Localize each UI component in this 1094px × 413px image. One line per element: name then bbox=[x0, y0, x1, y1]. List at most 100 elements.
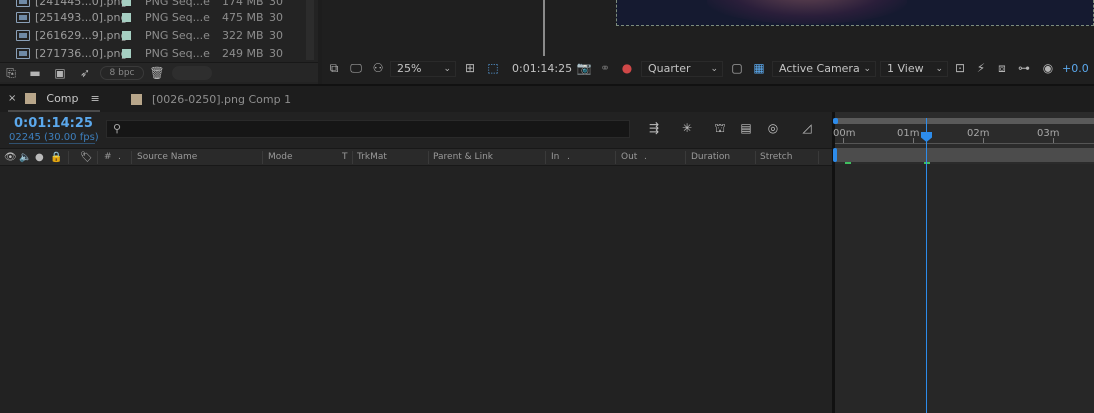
video-toggle-icon[interactable]: 👁 bbox=[4, 152, 17, 163]
column-out[interactable]: Out bbox=[621, 152, 637, 162]
monitor-icon[interactable]: 🖵 bbox=[348, 61, 364, 75]
timeline-graph-area: 00m 01m 02m 03m bbox=[833, 112, 1094, 413]
color-channels-icon[interactable]: ● bbox=[620, 61, 634, 75]
toggle-pixel-aspect-icon[interactable]: ⊡ bbox=[952, 61, 968, 75]
column-t[interactable]: T bbox=[342, 152, 348, 162]
show-snapshot-icon[interactable]: ⚭ bbox=[598, 61, 612, 75]
trash-icon[interactable]: 🗑 bbox=[149, 66, 165, 80]
project-panel: [241445...0].png PNG Seq...e 174 MB 30 [… bbox=[0, 0, 318, 84]
frame-count: 02245 (30.00 fps) bbox=[9, 132, 99, 143]
layer-track-area[interactable] bbox=[835, 164, 1094, 413]
project-item-size: 475 MB bbox=[222, 11, 264, 24]
magnification-dropdown[interactable]: 25% ⌄ bbox=[390, 61, 456, 77]
column-in[interactable]: In bbox=[551, 152, 559, 162]
draft-3d-icon[interactable]: ✳ bbox=[678, 121, 696, 137]
label-swatch[interactable] bbox=[122, 0, 131, 6]
column-separator[interactable] bbox=[131, 151, 132, 164]
ruler-label: 00m bbox=[833, 128, 856, 139]
solo-icon[interactable]: ● bbox=[35, 152, 44, 163]
bit-depth-button[interactable]: 8 bpc bbox=[100, 66, 144, 80]
label-swatch[interactable] bbox=[122, 13, 131, 22]
new-comp-icon[interactable]: ▣ bbox=[52, 66, 68, 80]
label-swatch[interactable] bbox=[122, 31, 131, 40]
new-folder-icon[interactable]: ▬ bbox=[27, 66, 43, 80]
project-item-type: PNG Seq...e bbox=[145, 29, 210, 42]
timeline-tabs: × Comp ≡ [0026-0250].png Comp 1 bbox=[0, 86, 1094, 112]
project-scrollbar[interactable] bbox=[306, 0, 314, 60]
current-time-indicator[interactable] bbox=[926, 118, 927, 413]
column-separator[interactable] bbox=[615, 151, 616, 164]
column-number[interactable]: # bbox=[104, 152, 112, 162]
column-separator[interactable] bbox=[818, 151, 819, 164]
motion-blur-icon[interactable]: ◎ bbox=[764, 121, 782, 137]
snapshot-icon[interactable]: 📷 bbox=[576, 61, 592, 75]
audio-toggle-icon[interactable]: 🔈 bbox=[19, 152, 31, 163]
project-item-name: [261629...9].png bbox=[35, 29, 128, 42]
work-area-bar[interactable] bbox=[835, 148, 1094, 162]
column-separator[interactable] bbox=[755, 151, 756, 164]
column-source-name[interactable]: Source Name bbox=[137, 152, 197, 162]
project-item-name: [241445...0].png bbox=[35, 0, 128, 8]
composition-flowchart-icon[interactable]: ⇶ bbox=[645, 121, 663, 137]
always-preview-icon[interactable]: ⧉ bbox=[326, 61, 342, 75]
playhead-handle[interactable] bbox=[921, 132, 932, 142]
view-layout-dropdown[interactable]: 1 View ⌄ bbox=[880, 61, 948, 77]
layer-search-input[interactable]: ⚲ bbox=[106, 120, 630, 138]
tab-png-comp[interactable]: [0026-0250].png Comp 1 bbox=[131, 86, 291, 112]
column-separator[interactable] bbox=[545, 151, 546, 164]
project-item[interactable]: [251493...0].png PNG Seq...e 475 MB 30 bbox=[0, 8, 318, 27]
region-of-interest-icon[interactable]: ⬚ bbox=[485, 61, 501, 75]
project-search-pill[interactable] bbox=[172, 66, 212, 80]
column-parent-link[interactable]: Parent & Link bbox=[433, 152, 493, 162]
label-swatch[interactable] bbox=[122, 49, 131, 58]
chevron-down-icon: ⌄ bbox=[710, 64, 718, 74]
close-icon[interactable]: × bbox=[8, 93, 16, 104]
mask-visibility-icon[interactable]: ⚇ bbox=[370, 61, 386, 75]
column-duration[interactable]: Duration bbox=[691, 152, 730, 162]
reset-exposure-icon[interactable]: ◉ bbox=[1040, 61, 1056, 75]
viewer-toolbar: ⧉ 🖵 ⚇ 25% ⌄ ⊞ ⬚ 0:01:14:25 📷 ⚭ ● Quarter… bbox=[322, 58, 1094, 80]
column-trkmat[interactable]: TrkMat bbox=[357, 152, 387, 162]
magnification-value: 25% bbox=[397, 62, 422, 75]
column-dot: . bbox=[118, 152, 121, 162]
column-separator[interactable] bbox=[68, 151, 69, 164]
fast-preview-icon[interactable]: ⚡ bbox=[973, 61, 989, 75]
label-tag-icon[interactable]: 🏷 bbox=[80, 152, 93, 163]
viewer-timecode[interactable]: 0:01:14:25 bbox=[512, 62, 572, 75]
flowchart-view-icon[interactable]: ⊶ bbox=[1016, 61, 1032, 75]
transparency-grid-icon[interactable]: ▢ bbox=[729, 61, 745, 75]
fast-previews-icon[interactable]: ▦ bbox=[751, 61, 767, 75]
column-stretch[interactable]: Stretch bbox=[760, 152, 792, 162]
time-ruler[interactable] bbox=[835, 143, 1094, 144]
composition-frame[interactable] bbox=[616, 0, 1094, 26]
column-separator[interactable] bbox=[97, 151, 98, 164]
lock-icon[interactable]: 🔒 bbox=[50, 152, 62, 163]
project-item[interactable]: [271736...0].png PNG Seq...e 249 MB 30 bbox=[0, 44, 318, 63]
column-separator[interactable] bbox=[685, 151, 686, 164]
exposure-value[interactable]: +0.0 bbox=[1062, 62, 1089, 75]
project-item[interactable]: [261629...9].png PNG Seq...e 322 MB 30 bbox=[0, 26, 318, 45]
column-separator[interactable] bbox=[352, 151, 353, 164]
flowchart-icon[interactable]: ➶ bbox=[77, 66, 93, 80]
project-item-name: [271736...0].png bbox=[35, 47, 128, 60]
label-swatch bbox=[25, 92, 37, 104]
timeline-icon[interactable]: ⧈ bbox=[994, 61, 1010, 75]
current-time-display[interactable]: 0:01:14:25 bbox=[14, 116, 93, 131]
safe-margins-icon[interactable]: ⊞ bbox=[462, 61, 478, 75]
navigator-start-handle[interactable] bbox=[833, 118, 838, 124]
column-separator[interactable] bbox=[262, 151, 263, 164]
graph-editor-icon[interactable]: ◿ bbox=[798, 121, 816, 137]
column-separator[interactable] bbox=[428, 151, 429, 164]
resolution-value: Quarter bbox=[648, 62, 691, 75]
column-mode[interactable]: Mode bbox=[268, 152, 293, 162]
time-navigator-bar[interactable] bbox=[835, 118, 1094, 124]
work-area-start-handle[interactable] bbox=[833, 148, 837, 162]
chevron-down-icon: ⌄ bbox=[863, 64, 871, 74]
frame-blending-icon[interactable]: ▤ bbox=[737, 121, 755, 137]
interpret-footage-icon[interactable]: ⎘ bbox=[3, 66, 19, 80]
tab-comp[interactable]: × Comp ≡ bbox=[8, 86, 100, 112]
camera-view-dropdown[interactable]: Active Camera ⌄ bbox=[772, 61, 876, 77]
resolution-dropdown[interactable]: Quarter ⌄ bbox=[641, 61, 723, 77]
shy-layers-icon[interactable]: ⛫ bbox=[711, 121, 729, 137]
panel-menu-icon[interactable]: ≡ bbox=[91, 92, 100, 105]
